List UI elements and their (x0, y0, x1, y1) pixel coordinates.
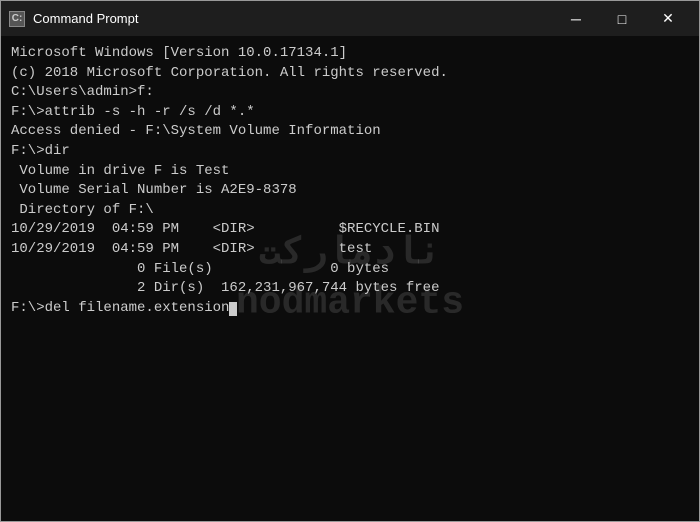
terminal-line: F:\>attrib -s -h -r /s /d *.* (11, 103, 689, 123)
command-prompt-window: C: Command Prompt ─ □ ✕ نادمارکت nodmark… (0, 0, 700, 522)
terminal-line: Access denied - F:\System Volume Informa… (11, 122, 689, 142)
minimize-button[interactable]: ─ (553, 1, 599, 36)
title-bar-left: C: Command Prompt (9, 11, 138, 27)
terminal-line: Directory of F:\ (11, 201, 689, 221)
terminal-line: 10/29/2019 04:59 PM <DIR> test (11, 240, 689, 260)
terminal-line: C:\Users\admin>f: (11, 83, 689, 103)
terminal-line: (c) 2018 Microsoft Corporation. All righ… (11, 64, 689, 84)
cursor-blink (229, 302, 237, 316)
title-bar: C: Command Prompt ─ □ ✕ (1, 1, 699, 36)
maximize-button[interactable]: □ (599, 1, 645, 36)
terminal-line: 10/29/2019 04:59 PM <DIR> $RECYCLE.BIN (11, 220, 689, 240)
terminal-line: Microsoft Windows [Version 10.0.17134.1] (11, 44, 689, 64)
icon-label: C: (12, 13, 23, 24)
terminal-line: Volume in drive F is Test (11, 162, 689, 182)
terminal-line: 2 Dir(s) 162,231,967,744 bytes free (11, 279, 689, 299)
window-title: Command Prompt (33, 11, 138, 26)
terminal-line: F:\>dir (11, 142, 689, 162)
terminal-line: Volume Serial Number is A2E9-8378 (11, 181, 689, 201)
terminal-body[interactable]: نادمارکت nodmarkets Microsoft Windows [V… (1, 36, 699, 521)
terminal-content: Microsoft Windows [Version 10.0.17134.1]… (11, 44, 689, 318)
window-controls: ─ □ ✕ (553, 1, 691, 36)
terminal-line: F:\>del filename.extension (11, 299, 689, 319)
app-icon: C: (9, 11, 25, 27)
terminal-line: 0 File(s) 0 bytes (11, 260, 689, 280)
close-button[interactable]: ✕ (645, 1, 691, 36)
